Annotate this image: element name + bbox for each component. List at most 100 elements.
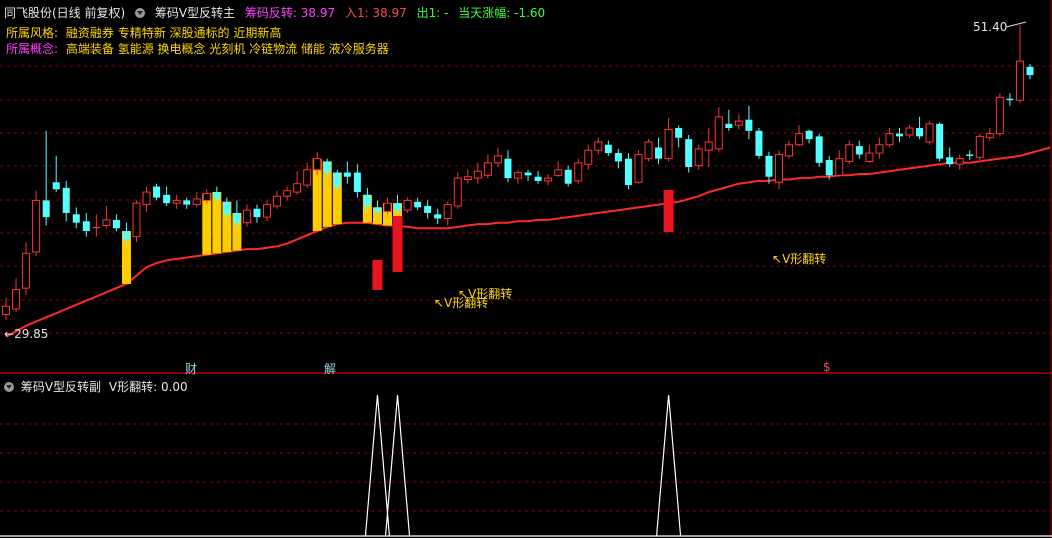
candle-body: [734, 120, 743, 126]
candle-body: [946, 157, 954, 165]
candle-body: [283, 190, 292, 197]
candle-body: [865, 152, 874, 162]
candle-body: [594, 141, 603, 151]
candle-body: [604, 144, 612, 154]
candle-body: [223, 201, 231, 215]
candle-body: [855, 146, 863, 155]
candle-body: [985, 133, 994, 139]
candle-body: [875, 144, 884, 154]
candle-body: [172, 199, 181, 204]
signal-arrow-icon: ↖: [434, 296, 445, 310]
candle-body: [584, 149, 593, 165]
candle-body: [313, 158, 322, 171]
candle-body: [273, 195, 282, 207]
candle-body: [453, 177, 462, 207]
candle-body: [463, 176, 472, 181]
candle-body: [373, 207, 381, 212]
v-signal-text-2: V形翻转: [468, 287, 513, 301]
v-signal-label-3: ↖V形翻转: [772, 250, 826, 267]
event-marker-unlock[interactable]: 解: [324, 360, 336, 377]
candle-body: [153, 186, 161, 198]
candle-body: [995, 96, 1004, 135]
low-price-label: ←29.85: [4, 327, 48, 341]
v-signal-candle: [663, 190, 674, 232]
candle-body: [624, 158, 632, 186]
candle-body: [524, 172, 532, 176]
candle-body: [694, 148, 703, 167]
event-marker-finance[interactable]: 财: [185, 360, 197, 377]
candle-body: [685, 139, 693, 167]
candle-body: [102, 219, 111, 226]
candle-body: [534, 176, 542, 181]
candle-body: [403, 199, 412, 211]
candle-body: [303, 169, 312, 186]
price-chart[interactable]: [0, 0, 1052, 538]
v-signal-candle: [372, 260, 383, 290]
candle-body: [333, 172, 341, 187]
candle-body: [1015, 60, 1024, 101]
candle-body: [795, 133, 804, 146]
candle-body: [745, 119, 753, 131]
candle-body: [62, 187, 70, 213]
sub-indicator-menu-icon[interactable]: [4, 382, 14, 392]
candle-body: [434, 214, 442, 219]
candle-body: [544, 177, 553, 182]
signal-arrow-icon: ↖: [772, 252, 783, 266]
event-marker-dividend[interactable]: $: [823, 360, 831, 374]
candle-body: [242, 209, 251, 224]
candle-body: [775, 153, 784, 183]
candle-body: [132, 202, 141, 238]
candle-body: [644, 141, 653, 160]
candle-body: [2, 305, 10, 316]
candle-body: [574, 162, 583, 182]
candle-body: [424, 205, 432, 213]
candle-body: [202, 192, 211, 201]
candle-body: [383, 202, 392, 213]
sub-indicator-name[interactable]: 筹码V型反转副: [21, 380, 101, 394]
candle-body: [163, 194, 171, 204]
candle-body: [293, 183, 302, 193]
high-price-value: 51.40: [973, 20, 1008, 34]
candle-body: [975, 135, 984, 158]
candle-body: [483, 162, 492, 176]
candle-body: [493, 155, 502, 164]
high-arrow: [1005, 21, 1027, 28]
candle-body: [253, 208, 261, 218]
candle-body: [554, 169, 563, 176]
candle-body: [473, 170, 482, 179]
candle-body: [905, 127, 914, 136]
candle-body: [122, 231, 130, 240]
candle-body: [805, 130, 813, 140]
candle-body: [925, 123, 934, 143]
candle-body: [895, 133, 903, 137]
candle-body: [655, 147, 663, 159]
candle-body: [815, 136, 823, 163]
low-price-value: 29.85: [14, 327, 49, 341]
candle-body: [936, 123, 944, 159]
candle-body: [835, 158, 844, 176]
candle-body: [614, 153, 622, 162]
candle-body: [42, 200, 50, 218]
candle-body: [664, 128, 673, 160]
candle-body: [955, 158, 964, 165]
sub-panel-header: 筹码V型反转副 V形翻转: 0.00: [4, 378, 188, 395]
sub-signal-spike: [384, 394, 411, 537]
candle-body: [765, 155, 773, 177]
candle-body: [142, 191, 151, 206]
candle-body: [112, 219, 120, 229]
candle-body: [394, 203, 402, 211]
candle-body: [192, 198, 201, 206]
candle-body: [1026, 66, 1034, 76]
candle-body: [675, 128, 683, 138]
candle-body: [233, 212, 241, 223]
v-signal-label-2: ↖V形翻转: [458, 285, 512, 302]
sub-indicator-value: V形翻转: 0.00: [108, 380, 188, 394]
v-signal-candle: [392, 216, 403, 272]
candle-body: [966, 154, 974, 156]
candle-body: [363, 194, 371, 206]
candle-body: [634, 153, 643, 183]
candle-body: [916, 128, 924, 137]
candle-body: [1006, 98, 1014, 101]
candle-body: [504, 158, 512, 179]
candle-body: [414, 201, 422, 208]
